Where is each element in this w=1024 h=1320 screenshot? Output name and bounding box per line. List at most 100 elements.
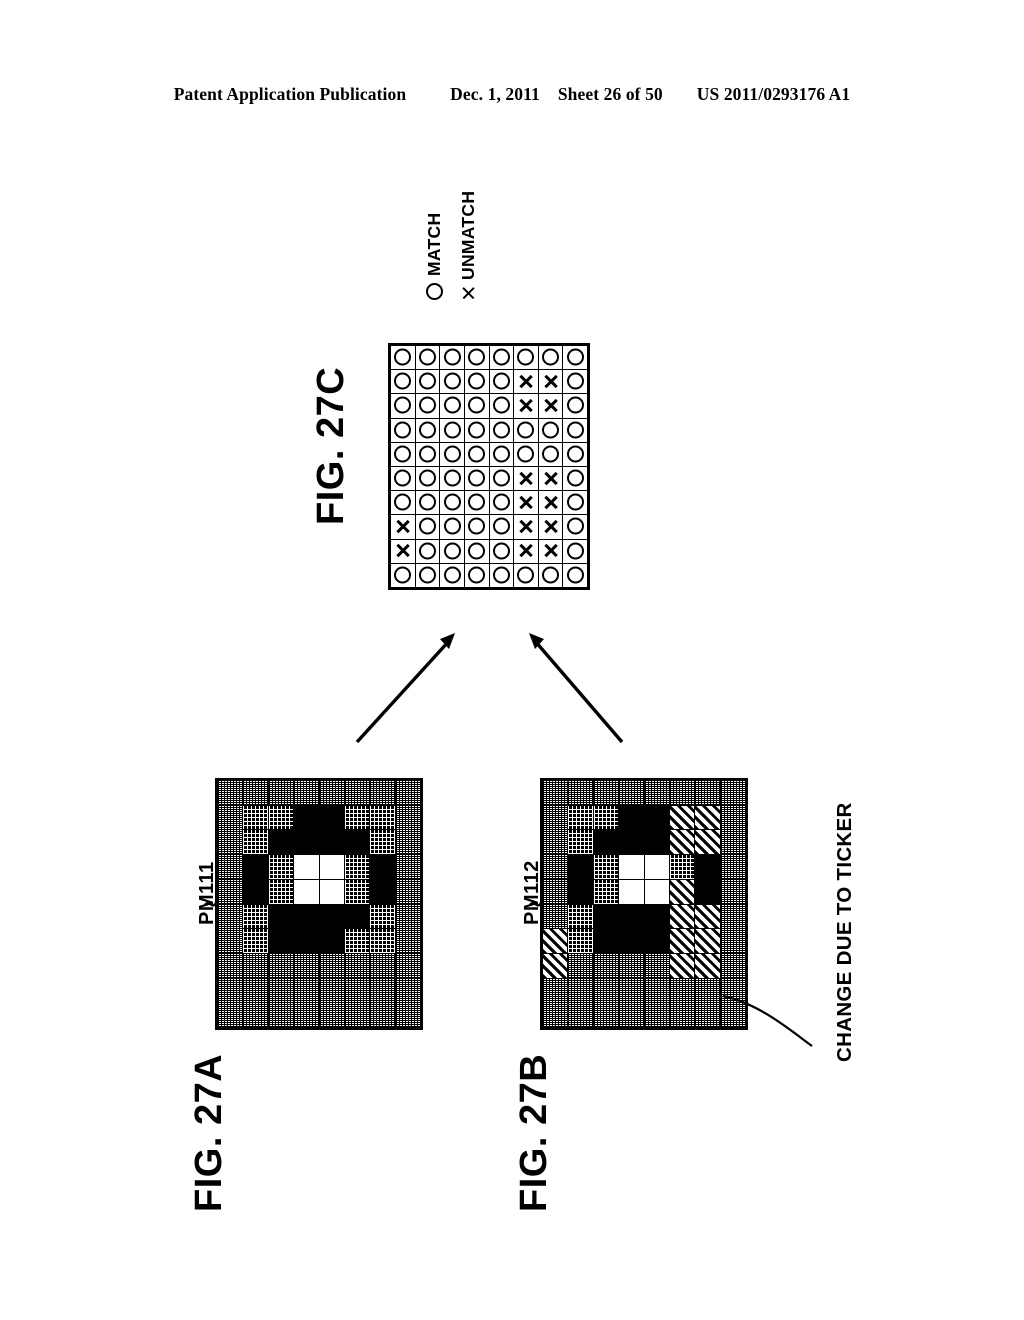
match-cell [391, 539, 415, 563]
pattern-cell [669, 1003, 695, 1027]
cross-icon [519, 471, 533, 485]
circle-icon [443, 372, 461, 390]
pattern-cell [720, 855, 745, 879]
circle-icon [542, 566, 560, 584]
circle-icon [394, 396, 412, 414]
circle-icon [468, 348, 486, 366]
pattern-cell [243, 1003, 268, 1027]
match-cell [538, 467, 563, 491]
match-cell [489, 563, 514, 587]
pattern-cell [695, 929, 720, 953]
circle-icon [394, 372, 412, 390]
match-cell [391, 418, 415, 442]
match-cell [440, 563, 464, 587]
pattern-cell [644, 805, 669, 830]
circle-icon [492, 493, 510, 511]
pattern-cell [568, 953, 593, 978]
pattern-cell [695, 830, 720, 855]
match-cell [391, 442, 415, 466]
match-cell [514, 467, 538, 491]
pattern-cell [669, 805, 695, 830]
connector-overlay [204, 633, 813, 1047]
circle-icon [566, 348, 584, 366]
match-cell [563, 539, 587, 563]
pattern-cell [568, 1003, 593, 1027]
pattern-cell [344, 830, 370, 855]
circle-icon [566, 493, 584, 511]
pattern-cell [370, 830, 395, 855]
pattern-cell [695, 781, 720, 805]
pattern-cell [319, 953, 344, 978]
pattern-cell [568, 904, 593, 929]
cross-icon [544, 398, 558, 412]
pattern-cell [243, 781, 268, 805]
circle-icon [394, 566, 412, 584]
match-cell [415, 515, 440, 539]
match-cell [538, 491, 563, 515]
pattern-cell [644, 929, 669, 953]
pattern-cell [294, 830, 319, 855]
pattern-cell [268, 953, 294, 978]
pattern-cell [344, 929, 370, 953]
pattern-cell [218, 781, 243, 805]
pattern-cell [669, 855, 695, 879]
pattern-block-pm111 [215, 778, 423, 1030]
pattern-cell [218, 904, 243, 929]
pattern-cell [619, 904, 644, 929]
match-cell [440, 491, 464, 515]
circle-icon [418, 396, 436, 414]
cross-icon [396, 544, 410, 558]
pattern-cell [543, 830, 568, 855]
circle-icon [468, 445, 486, 463]
pattern-cell [370, 879, 395, 904]
change-note-label: CHANGE DUE TO TICKER [833, 802, 856, 1062]
legend-label-match: MATCH [424, 212, 444, 276]
pattern-cell [268, 781, 294, 805]
pattern-cell [395, 855, 420, 879]
pattern-cell [218, 929, 243, 953]
pattern-cell [395, 904, 420, 929]
match-cell [489, 539, 514, 563]
pattern-cell [593, 879, 619, 904]
pattern-cell [543, 781, 568, 805]
match-cell [464, 563, 489, 587]
pattern-cell [319, 805, 344, 830]
pattern-cell [268, 929, 294, 953]
legend-label-unmatch: UNMATCH [458, 190, 478, 280]
circle-icon [418, 348, 436, 366]
circle-icon [394, 445, 412, 463]
pattern-cell [720, 953, 745, 978]
pattern-cell [593, 978, 619, 1003]
match-cell [440, 394, 464, 418]
pattern-cell [370, 855, 395, 879]
match-cell [563, 346, 587, 370]
pattern-cell [218, 953, 243, 978]
pattern-cell [344, 904, 370, 929]
pattern-cell [243, 953, 268, 978]
cross-icon [519, 519, 533, 533]
circle-icon [492, 517, 510, 535]
pattern-cell [370, 781, 395, 805]
cross-icon [544, 471, 558, 485]
pattern-cell [268, 879, 294, 904]
cross-icon [544, 495, 558, 509]
circle-icon [418, 566, 436, 584]
pattern-cell [370, 953, 395, 978]
pattern-cell [568, 879, 593, 904]
cross-icon [462, 287, 475, 300]
circle-icon [394, 493, 412, 511]
match-cell [415, 418, 440, 442]
match-cell [489, 394, 514, 418]
pattern-cell [720, 805, 745, 830]
match-cell [464, 394, 489, 418]
match-cell [489, 418, 514, 442]
circle-icon [468, 469, 486, 487]
match-cell [563, 515, 587, 539]
header-patent-number: US 2011/0293176 A1 [696, 84, 851, 104]
pattern-cell [619, 879, 644, 904]
match-cell [489, 467, 514, 491]
pattern-cell [593, 953, 619, 978]
pattern-cell [268, 830, 294, 855]
pattern-cell [619, 929, 644, 953]
circle-icon [468, 566, 486, 584]
